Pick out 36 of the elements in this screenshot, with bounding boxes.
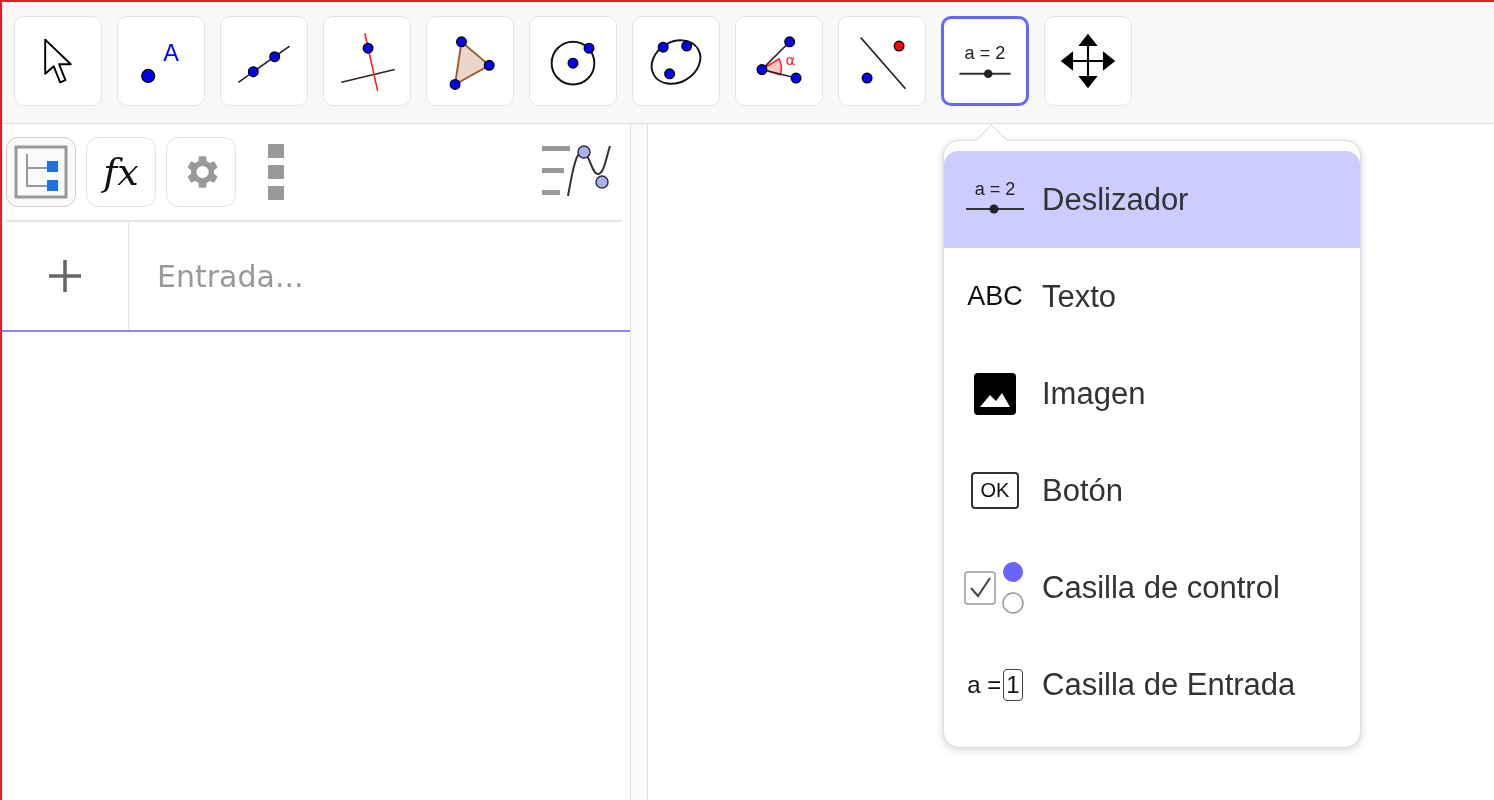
menu-item[interactable]: Casilla de control	[944, 539, 1360, 636]
tool-button[interactable]: α	[735, 16, 823, 106]
tool-button[interactable]	[838, 16, 926, 106]
menu-item[interactable]: Imagen	[944, 345, 1360, 442]
slider-track	[958, 69, 1012, 79]
tool-button[interactable]	[632, 16, 720, 106]
checkbox-radio-icon	[964, 560, 1026, 615]
text-symbol: ABC	[967, 281, 1023, 312]
tool-button[interactable]: a = 2	[941, 16, 1029, 106]
plus-icon[interactable]	[47, 258, 83, 294]
input-symbol-text: a =	[967, 670, 1002, 699]
slider-label: a = 2	[974, 178, 1016, 199]
menu-item[interactable]: OK Botón	[944, 442, 1360, 539]
ok-button-symbol: OK	[970, 472, 1020, 509]
input-symbol-box: 1	[1003, 668, 1023, 701]
settings-button[interactable]	[166, 137, 236, 207]
tool-button[interactable]: A	[117, 16, 205, 106]
tool-button[interactable]	[220, 16, 308, 106]
tool-button[interactable]	[1044, 16, 1132, 106]
angle-label: α	[785, 51, 796, 70]
menu-item[interactable]: ABC Texto	[944, 248, 1360, 345]
sort-button[interactable]	[6, 137, 76, 207]
function-button[interactable]: fx	[86, 137, 156, 207]
menu-item[interactable]: a = 1 Casilla de Entrada	[944, 636, 1360, 733]
tool-button[interactable]	[14, 16, 102, 106]
tool-button[interactable]	[529, 16, 617, 106]
tool-button[interactable]	[426, 16, 514, 106]
menu-item[interactable]: a = 2 Deslizador	[944, 151, 1360, 248]
more-button[interactable]	[268, 144, 286, 200]
slider-label: a = 2	[964, 42, 1006, 63]
slider-track	[965, 204, 1025, 213]
angle-drawing	[756, 36, 802, 84]
image-icon	[974, 372, 1016, 415]
tree-icon	[13, 144, 69, 200]
point-label: A	[163, 40, 179, 66]
more-icon	[268, 144, 286, 200]
